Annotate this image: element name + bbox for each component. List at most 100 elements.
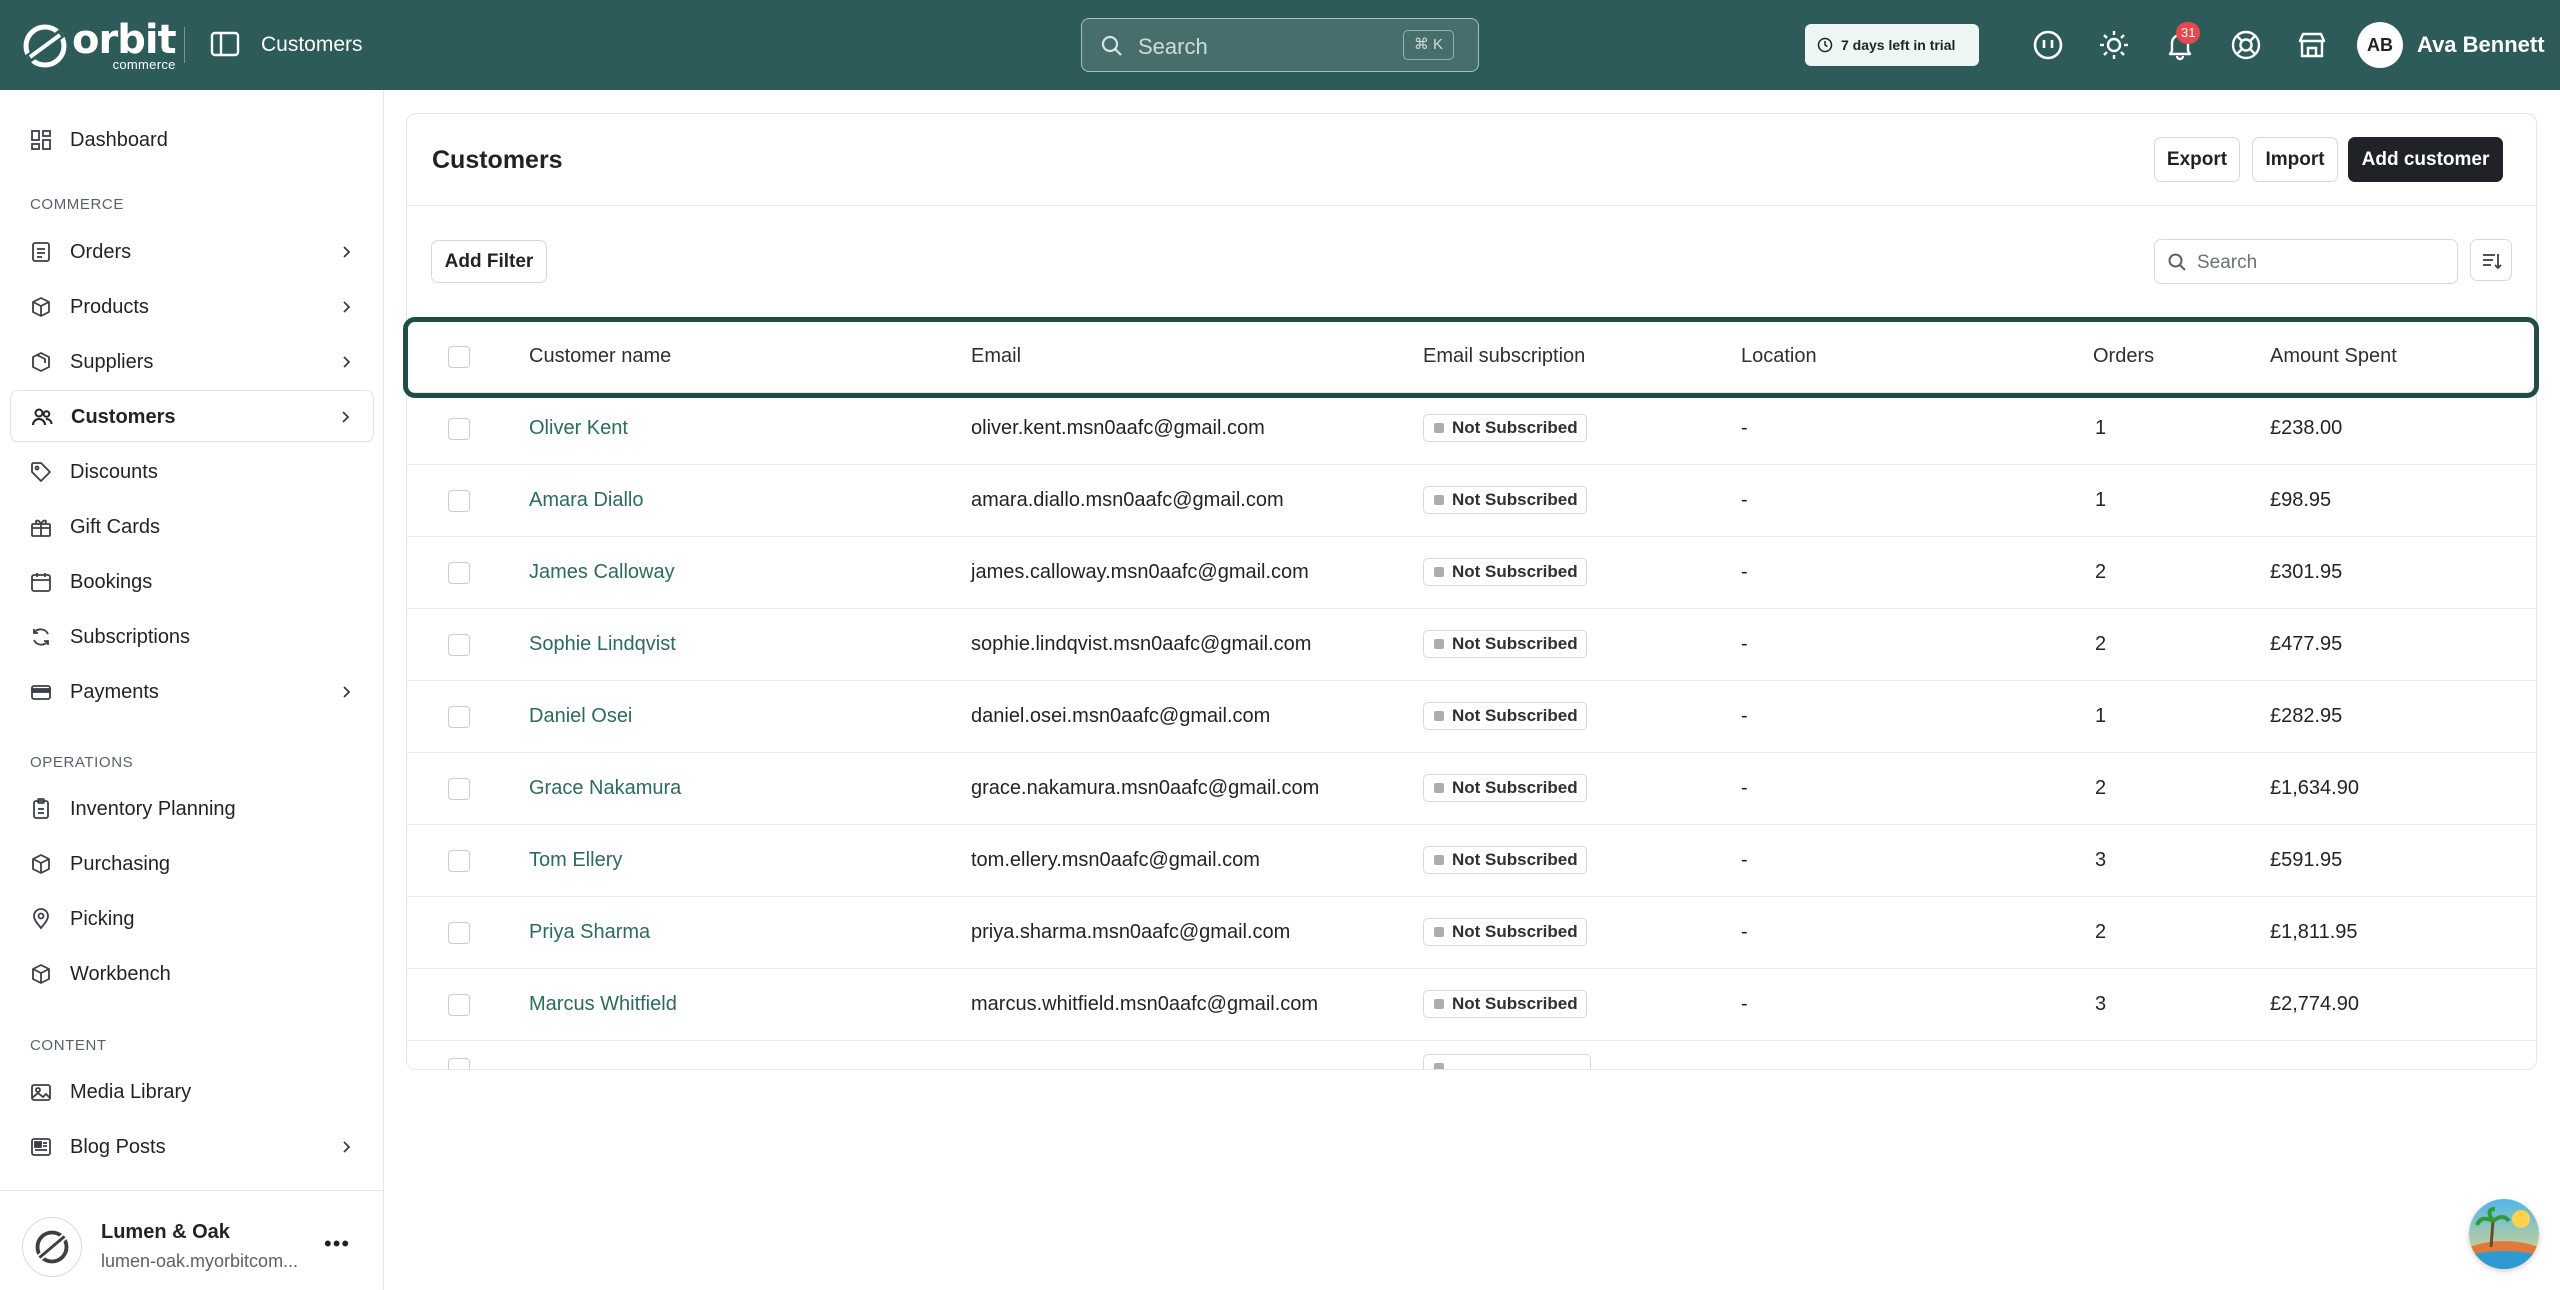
sidebar-item-discounts[interactable]: Discounts [10, 446, 374, 498]
sidebar-item-gift-cards[interactable]: Gift Cards [10, 501, 374, 553]
table-row[interactable]: Oliver Kent oliver.kent.msn0aafc@gmail.co… [407, 393, 2536, 465]
sidebar-item-label: Picking [70, 908, 135, 930]
sidebar-item-media-library[interactable]: Media Library [10, 1066, 374, 1118]
customer-location: - [1741, 777, 1748, 799]
customer-name-link[interactable]: James Calloway [529, 561, 675, 584]
column-header-location[interactable]: Location [1741, 345, 1817, 368]
import-button[interactable]: Import [2252, 137, 2338, 182]
customer-name-link[interactable]: Daniel Osei [529, 705, 632, 728]
help-lifebuoy-icon[interactable] [2230, 29, 2262, 61]
customer-email: priya.sharma.msn0aafc@gmail.com [971, 921, 1291, 943]
sidebar-item-orders[interactable]: Orders [10, 226, 374, 278]
subscription-badge: Not Subscribed [1423, 918, 1587, 946]
sidebar-item-picking[interactable]: Picking [10, 893, 374, 945]
add-customer-button[interactable]: Add customer [2348, 137, 2503, 182]
chevron-right-icon [343, 686, 351, 698]
sidebar-item-customers[interactable]: Customers [10, 390, 374, 442]
sidebar-item-products[interactable]: Products [10, 281, 374, 333]
subscription-badge: Not Subscribed [1423, 630, 1587, 658]
customer-amount-spent: £301.95 [2270, 561, 2343, 583]
add-filter-button[interactable]: Add Filter [431, 240, 547, 283]
table-row[interactable]: Grace Nakamura grace.nakamura.msn0aafc@gm… [407, 753, 2536, 825]
user-avatar[interactable]: AB [2357, 22, 2403, 68]
customer-name-link[interactable]: Amara Diallo [529, 489, 643, 512]
table-search-input[interactable]: Search [2154, 239, 2458, 284]
user-name[interactable]: Ava Bennett [2417, 32, 2545, 58]
table-row[interactable]: Daniel Osei daniel.osei.msn0aafc@gmail.co… [407, 681, 2536, 753]
orbit-logo-icon [23, 24, 67, 67]
brand-word: orbit [72, 17, 177, 63]
sidebar-toggle-icon[interactable] [210, 30, 240, 58]
feedback-icon[interactable] [2032, 29, 2064, 61]
search-icon [1101, 35, 1122, 56]
customer-location: - [1741, 489, 1748, 511]
column-header-customer-name[interactable]: Customer name [529, 345, 671, 368]
sort-button[interactable] [2470, 239, 2512, 281]
row-checkbox[interactable] [448, 778, 470, 800]
table-row[interactable]: Tom Ellery tom.ellery.msn0aafc@gmail.com N… [407, 825, 2536, 897]
customer-orders: 2 [2095, 633, 2107, 655]
blog-icon [31, 1138, 51, 1156]
row-checkbox[interactable] [448, 1058, 470, 1069]
customer-amount-spent: £238.00 [2270, 417, 2343, 439]
sidebar-item-bookings[interactable]: Bookings [10, 556, 374, 608]
more-options-icon[interactable]: ••• [324, 1231, 350, 1257]
row-checkbox[interactable] [448, 922, 470, 944]
sidebar-item-dashboard[interactable]: Dashboard [10, 114, 374, 166]
column-header-email[interactable]: Email [971, 345, 1021, 368]
media-icon [31, 1084, 51, 1101]
store-switcher[interactable]: Lumen & Oak lumen-oak.myorbitcom... ••• [0, 1190, 384, 1290]
customer-location: - [1741, 633, 1748, 655]
column-header-email-subscription[interactable]: Email subscription [1423, 345, 1585, 368]
sidebar-item-workbench[interactable]: Workbench [10, 948, 374, 1000]
sidebar-item-label: Suppliers [70, 351, 154, 373]
row-checkbox[interactable] [448, 706, 470, 728]
customer-name-link[interactable]: Tom Ellery [529, 849, 622, 872]
customer-name-link[interactable]: Grace Nakamura [529, 777, 681, 800]
storefront-icon[interactable] [2296, 29, 2328, 61]
row-checkbox[interactable] [448, 562, 470, 584]
sidebar-item-payments[interactable]: Payments [10, 666, 374, 718]
assistant-avatar-button[interactable] [2469, 1199, 2539, 1269]
customer-name-link[interactable]: Oliver Kent [529, 417, 628, 440]
customer-name-link[interactable]: Sophie Lindqvist [529, 633, 676, 656]
column-header-amount-spent[interactable]: Amount Spent [2270, 345, 2397, 368]
customer-orders: 1 [2095, 705, 2107, 727]
table-row[interactable]: Marcus Whitfield marcus.whitfield.msn0aaf… [407, 969, 2536, 1041]
brand-logo[interactable]: orbit commerce [22, 17, 177, 71]
export-button[interactable]: Export [2154, 137, 2240, 182]
table-row[interactable]: Priya Sharma priya.sharma.msn0aafc@gmail.… [407, 897, 2536, 969]
customer-name-link[interactable]: Priya Sharma [529, 921, 650, 944]
section-label-content: CONTENT [30, 1037, 107, 1054]
sidebar-item-inventory-planning[interactable]: Inventory Planning [10, 783, 374, 835]
table-row[interactable]: Amara Diallo amara.diallo.msn0aafc@gmail.… [407, 465, 2536, 537]
table-row[interactable] [407, 1041, 2536, 1069]
row-checkbox[interactable] [448, 490, 470, 512]
sidebar-item-suppliers[interactable]: Suppliers [10, 336, 374, 388]
trial-text: 7 days left in trial [1841, 37, 1956, 53]
sidebar-item-label: Blog Posts [70, 1136, 166, 1158]
sidebar-item-subscriptions[interactable]: Subscriptions [10, 611, 374, 663]
sidebar-item-blog-posts[interactable]: Blog Posts [10, 1121, 374, 1165]
sidebar-item-label: Workbench [70, 963, 171, 985]
row-checkbox[interactable] [448, 850, 470, 872]
row-checkbox[interactable] [448, 634, 470, 656]
row-checkbox[interactable] [448, 418, 470, 440]
subscription-badge: Not Subscribed [1423, 558, 1587, 586]
global-search-input[interactable]: Search ⌘ K [1081, 18, 1479, 72]
products-icon [32, 297, 50, 317]
row-checkbox[interactable] [448, 994, 470, 1016]
customer-orders: 2 [2095, 777, 2107, 799]
theme-sun-icon[interactable] [2098, 29, 2130, 61]
customer-orders: 1 [2095, 489, 2107, 511]
table-row[interactable]: James Calloway james.calloway.msn0aafc@gm… [407, 537, 2536, 609]
trial-badge[interactable]: 7 days left in trial [1805, 24, 1979, 66]
customer-location: - [1741, 705, 1748, 727]
sidebar-item-purchasing[interactable]: Purchasing [10, 838, 374, 890]
customer-email: grace.nakamura.msn0aafc@gmail.com [971, 777, 1320, 799]
customer-name-link[interactable]: Marcus Whitfield [529, 993, 677, 1016]
table-row[interactable]: Sophie Lindqvist sophie.lindqvist.msn0aaf… [407, 609, 2536, 681]
page-breadcrumb: Customers [261, 33, 363, 56]
select-all-checkbox[interactable] [448, 346, 470, 368]
column-header-orders[interactable]: Orders [2093, 345, 2154, 368]
